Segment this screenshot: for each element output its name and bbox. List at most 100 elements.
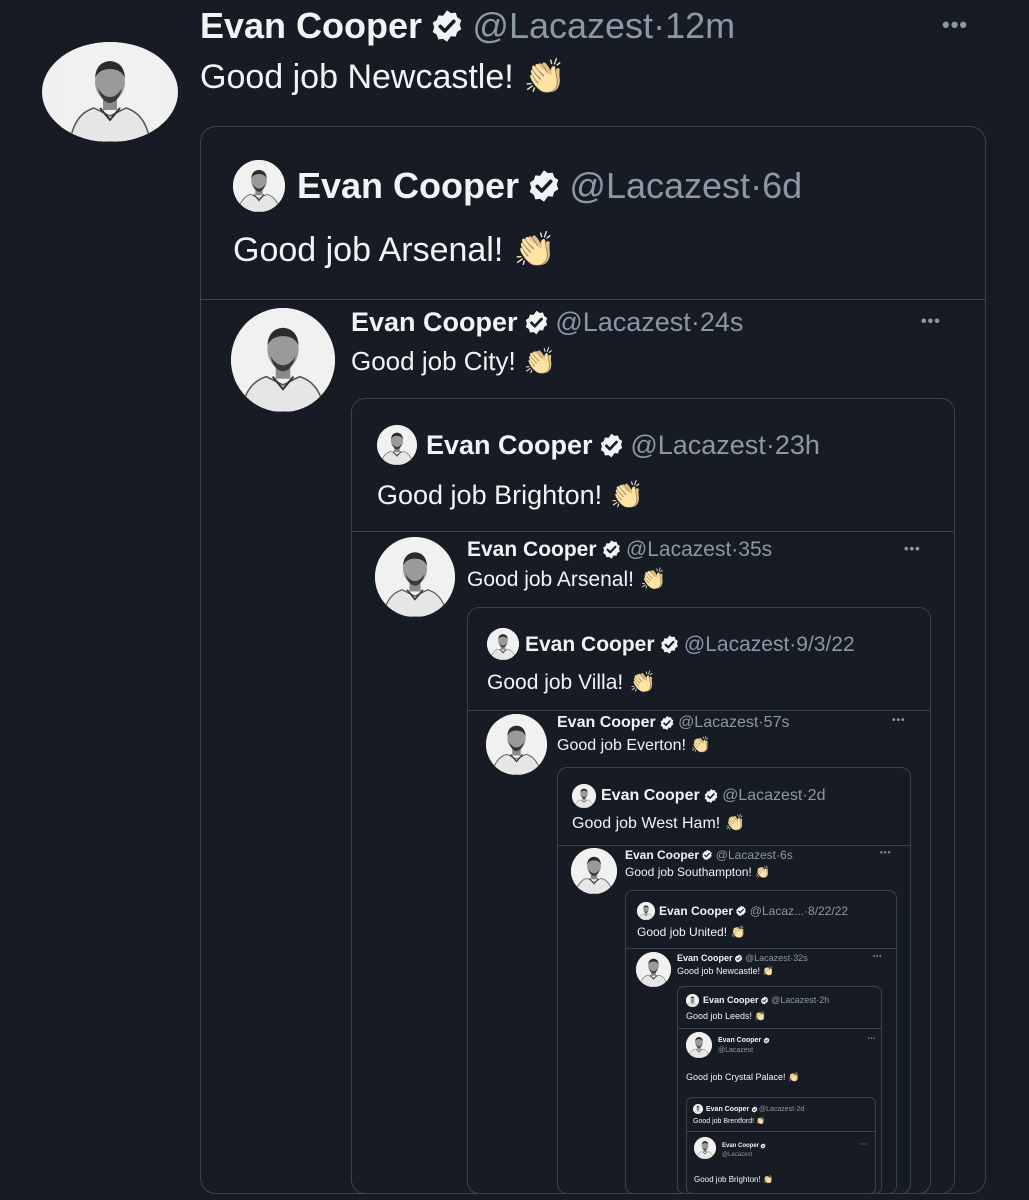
- avatar[interactable]: [572, 784, 596, 808]
- tweet-text: Good job West Ham! 👏: [572, 816, 745, 832]
- avatar[interactable]: [636, 952, 671, 987]
- tweet-text-content: Good job Leeds!: [686, 1011, 753, 1021]
- avatar[interactable]: [637, 902, 655, 920]
- avatar[interactable]: [377, 425, 417, 465]
- handle[interactable]: @Lacazest: [745, 953, 790, 963]
- timestamp[interactable]: 6d: [762, 168, 802, 204]
- verified-badge-icon: [601, 539, 622, 560]
- avatar[interactable]: [686, 994, 699, 1007]
- handle[interactable]: @Lacazest: [626, 539, 731, 560]
- handle[interactable]: @Lacazest: [722, 1152, 752, 1158]
- tweet-text-content: Good job City!: [351, 346, 516, 376]
- avatar[interactable]: [686, 1032, 712, 1058]
- timestamp[interactable]: 8/22/22: [808, 905, 848, 917]
- tweet-header: Evan Cooper @Lacazest · 6d: [297, 168, 802, 204]
- tweet-text-content: Good job West Ham!: [572, 815, 721, 832]
- display-name[interactable]: Evan Cooper: [467, 539, 597, 560]
- timestamp[interactable]: 57s: [764, 714, 790, 731]
- display-name[interactable]: Evan Cooper: [601, 787, 700, 804]
- tweet-header: Evan Cooper @Lacazest · 2d: [601, 787, 825, 804]
- divider: [557, 845, 911, 846]
- display-name[interactable]: Evan Cooper: [351, 308, 518, 336]
- verified-badge-icon: [763, 1036, 770, 1044]
- tweet-header: Evan Cooper @Lacazest · 12m: [200, 8, 735, 44]
- display-name[interactable]: Evan Cooper: [677, 953, 733, 963]
- verified-badge-icon: [526, 168, 562, 204]
- clapping-hands-icon: 👏: [762, 966, 774, 976]
- timestamp[interactable]: 12m: [665, 8, 735, 44]
- timestamp[interactable]: 23h: [775, 431, 820, 459]
- timestamp[interactable]: 6s: [780, 849, 793, 861]
- display-name[interactable]: Evan Cooper: [557, 714, 656, 731]
- more-options-icon[interactable]: •••: [892, 716, 906, 726]
- handle[interactable]: @Lacazest: [684, 634, 789, 655]
- divider: [200, 299, 986, 300]
- tweet-header: Evan Cooper @Lacazest · 2d: [706, 1105, 804, 1113]
- handle[interactable]: @Lacazest: [716, 849, 776, 861]
- handle[interactable]: @Lacazest: [555, 308, 690, 336]
- timestamp[interactable]: 2d: [808, 787, 826, 804]
- display-name[interactable]: Evan Cooper: [722, 1143, 759, 1149]
- tweet-header: Evan Cooper @Lacazest · 57s: [557, 714, 789, 731]
- more-options-icon[interactable]: •••: [873, 954, 882, 960]
- tweet-text-content: Good job Southampton!: [625, 865, 752, 879]
- separator: ·: [750, 165, 763, 206]
- divider: [686, 1131, 876, 1132]
- handle[interactable]: @Lacazest: [569, 168, 750, 204]
- handle[interactable]: @Lacazest: [771, 995, 816, 1005]
- verified-badge-icon: [735, 905, 747, 917]
- display-name[interactable]: Evan Cooper: [718, 1037, 761, 1044]
- verified-badge-icon: [659, 715, 675, 731]
- more-options-icon[interactable]: •••: [860, 1142, 867, 1146]
- verified-badge-icon: [598, 432, 625, 459]
- handle[interactable]: @Lacazest: [722, 787, 802, 804]
- clapping-hands-icon: 👏: [523, 58, 567, 96]
- avatar[interactable]: [694, 1137, 716, 1159]
- clapping-hands-icon: 👏: [755, 865, 771, 879]
- avatar[interactable]: [693, 1104, 703, 1114]
- tweet-text-content: Good job Brentford!: [693, 1118, 755, 1125]
- avatar[interactable]: [486, 714, 547, 775]
- display-name[interactable]: Evan Cooper: [625, 849, 699, 861]
- avatar[interactable]: [233, 160, 285, 212]
- tweet-text-content: Good job Newcastle!: [200, 58, 514, 96]
- timestamp[interactable]: 35s: [738, 539, 772, 560]
- tweet-text-content: Good job Newcastle!: [677, 966, 761, 976]
- timestamp[interactable]: 24s: [700, 308, 744, 336]
- tweet-text: Good job Leeds! 👏: [686, 1012, 766, 1021]
- display-name[interactable]: Evan Cooper: [525, 634, 655, 655]
- more-options-icon[interactable]: •••: [904, 542, 921, 555]
- display-name[interactable]: Evan Cooper: [297, 168, 519, 204]
- handle[interactable]: @Lacaz...: [750, 905, 804, 917]
- avatar[interactable]: [42, 42, 178, 142]
- handle[interactable]: @Lacazest: [759, 1106, 794, 1113]
- avatar[interactable]: [375, 537, 455, 617]
- clapping-hands-icon: 👏: [730, 925, 746, 939]
- timestamp[interactable]: 2h: [819, 995, 829, 1005]
- more-options-icon[interactable]: •••: [921, 314, 941, 330]
- more-options-icon[interactable]: •••: [942, 14, 968, 36]
- display-name[interactable]: Evan Cooper: [426, 431, 593, 459]
- clapping-hands-icon: 👏: [754, 1011, 766, 1021]
- timestamp[interactable]: 32s: [793, 953, 808, 963]
- more-options-icon[interactable]: •••: [880, 849, 891, 857]
- clapping-hands-icon: 👏: [629, 671, 656, 694]
- tweet-text-content: Good job Brighton!: [694, 1175, 761, 1184]
- tweet-text: Good job Arsenal! 👏: [233, 233, 556, 267]
- avatar[interactable]: [231, 308, 335, 412]
- tweet-header: Evan Cooper: [718, 1036, 771, 1044]
- handle[interactable]: @Lacazest: [678, 714, 758, 731]
- handle[interactable]: @Lacazest: [718, 1047, 753, 1054]
- timestamp[interactable]: 2d: [796, 1106, 804, 1113]
- timestamp[interactable]: 9/3/22: [796, 634, 854, 655]
- display-name[interactable]: Evan Cooper: [200, 8, 422, 44]
- verified-badge-icon: [751, 1105, 758, 1113]
- display-name[interactable]: Evan Cooper: [703, 995, 759, 1005]
- avatar[interactable]: [571, 848, 617, 894]
- handle[interactable]: @Lacazest: [472, 8, 653, 44]
- avatar[interactable]: [487, 628, 519, 660]
- handle[interactable]: @Lacazest: [630, 431, 765, 459]
- display-name[interactable]: Evan Cooper: [706, 1106, 749, 1113]
- more-options-icon[interactable]: •••: [868, 1037, 876, 1042]
- display-name[interactable]: Evan Cooper: [659, 905, 733, 917]
